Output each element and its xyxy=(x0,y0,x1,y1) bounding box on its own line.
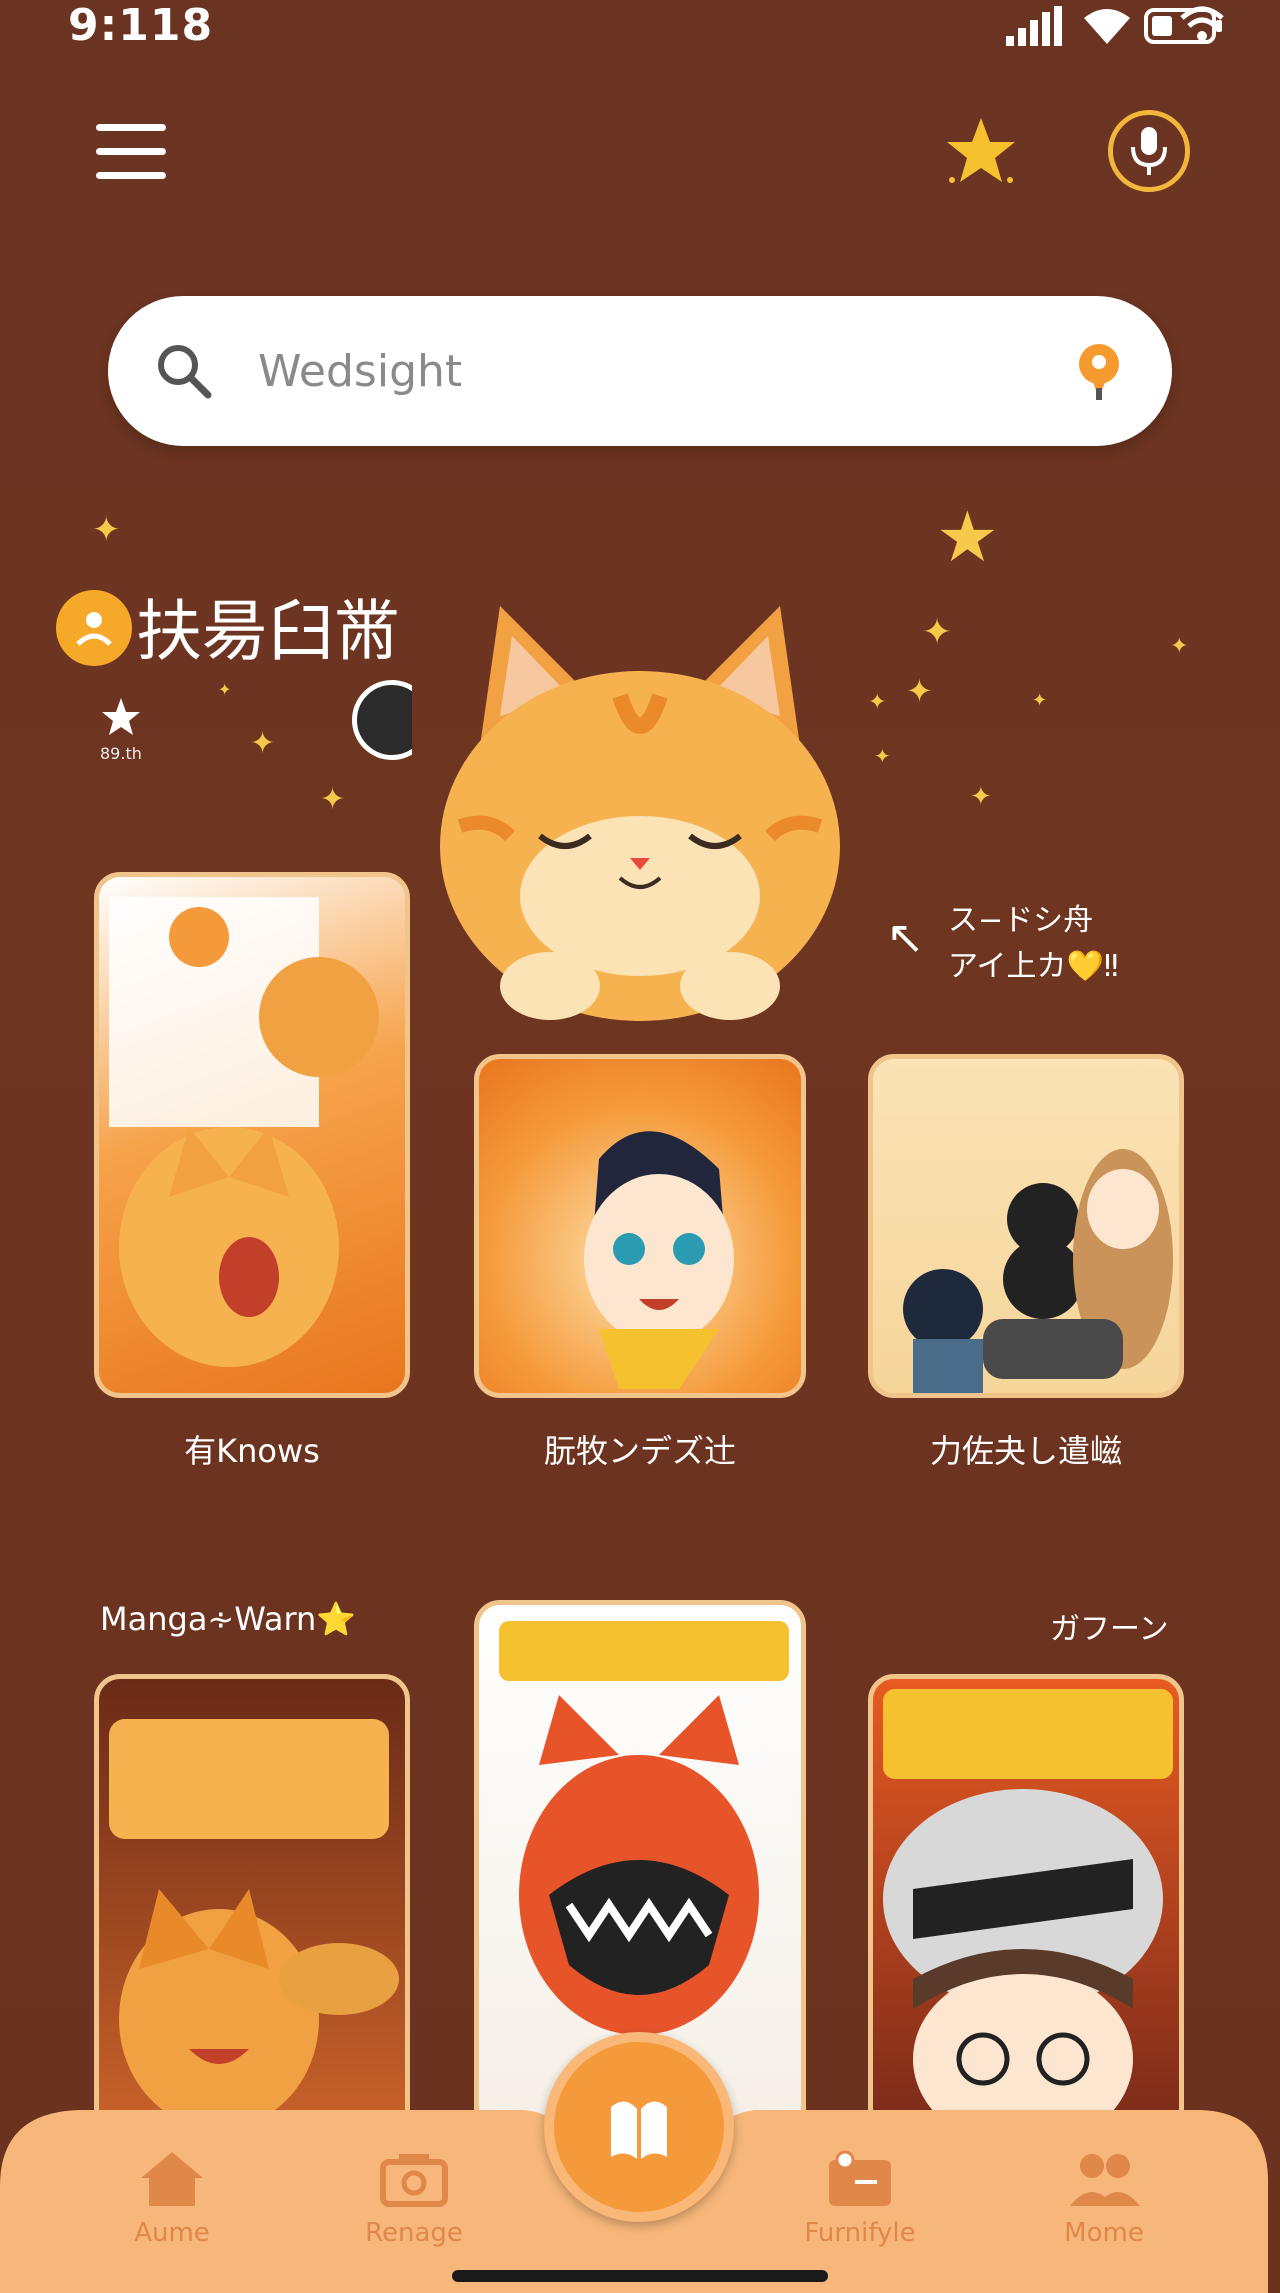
location-pin-icon[interactable] xyxy=(1064,336,1134,406)
card-label: 朊牧ンデズ辻 xyxy=(543,1432,736,1470)
sparkle-icon: ✦ xyxy=(906,672,933,710)
cat-mascot-illustration xyxy=(440,606,840,1021)
home-icon xyxy=(141,2152,203,2206)
nav-label: Aume xyxy=(134,2218,210,2248)
sparkle-icon: ✦ xyxy=(1032,690,1048,711)
star-decoration-icon: ★ xyxy=(936,496,999,578)
sparkle-icon: ✦ xyxy=(218,680,232,699)
nav-label: Furnifyle xyxy=(804,2218,916,2248)
manga-card[interactable] xyxy=(94,872,410,1398)
search-bar[interactable] xyxy=(108,296,1172,446)
nav-label: Renage xyxy=(365,2218,463,2248)
search-input[interactable] xyxy=(256,344,1064,398)
search-icon xyxy=(158,345,212,399)
nav-item-mome[interactable]: Mome xyxy=(1014,2148,1194,2248)
manga-card[interactable] xyxy=(94,1674,410,2134)
sparkle-icon: ✦ xyxy=(970,782,992,812)
sparkle-icon: ✦ xyxy=(922,612,953,653)
center-action-button[interactable] xyxy=(544,2032,734,2222)
nav-item-furnifyle[interactable]: Furnifyle xyxy=(770,2148,950,2248)
side-note: ス−ドシ舟 アイ上カ💛‼ xyxy=(948,898,1118,990)
manga-cover-illustration xyxy=(584,1131,734,1389)
section-label-manga: Manga∻Warn⭐ xyxy=(100,1600,357,1638)
nav-item-home[interactable]: Aume xyxy=(82,2148,262,2248)
sparkle-icon: ✦ xyxy=(320,782,346,817)
sparkle-icon: ✦ xyxy=(92,510,121,550)
menu-button[interactable] xyxy=(96,124,166,186)
microphone-icon xyxy=(1131,127,1167,175)
folder-icon xyxy=(829,2150,891,2206)
manga-cover-illustration xyxy=(883,1689,1173,2129)
nav-label: Mome xyxy=(1064,2218,1144,2248)
status-time: 9:118 xyxy=(68,0,214,51)
wifi-icon-right xyxy=(1082,6,1132,50)
card-label: 有Knows xyxy=(184,1432,320,1470)
section-badge-icon xyxy=(56,590,132,666)
sparkle-icon: ✦ xyxy=(874,744,891,768)
nav-item-renage[interactable]: Renage xyxy=(324,2148,504,2248)
camera-icon xyxy=(380,2154,448,2207)
side-note-line: ス−ドシ舟 xyxy=(948,903,1094,938)
section-title: 扶昜臼黹 xyxy=(136,593,400,670)
signal-icon xyxy=(1006,6,1064,50)
battery-icon xyxy=(1144,6,1224,50)
people-icon xyxy=(1070,2154,1140,2206)
avatar[interactable] xyxy=(352,680,412,766)
card-label: 力佐夬し遣嵫 xyxy=(929,1432,1122,1470)
sparkle-icon: ✦ xyxy=(1170,634,1189,659)
manga-card[interactable] xyxy=(474,1054,806,1398)
sparkle-icon: ✦ xyxy=(250,726,276,761)
sparkle-icon: ✦ xyxy=(868,690,887,715)
manga-card[interactable] xyxy=(868,1054,1184,1398)
manga-cover-illustration xyxy=(109,897,379,1367)
rating-count: 89.th xyxy=(100,744,142,763)
favorites-button[interactable] xyxy=(944,114,1018,188)
menu-line xyxy=(96,172,166,179)
voice-button[interactable] xyxy=(1108,110,1190,192)
section-label-right: ガフーン xyxy=(1050,1612,1169,1647)
menu-line xyxy=(96,124,166,131)
arrow-left-icon: ↖ xyxy=(886,910,925,964)
manga-cover-illustration xyxy=(109,1719,399,2129)
home-indicator[interactable] xyxy=(452,2270,828,2282)
manga-card[interactable] xyxy=(868,1674,1184,2134)
manga-cover-illustration xyxy=(903,1149,1173,1393)
side-note-line: アイ上カ💛‼ xyxy=(948,949,1119,984)
rating-star-icon xyxy=(100,696,142,742)
book-icon xyxy=(611,2101,667,2159)
star-icon xyxy=(947,118,1015,183)
menu-line xyxy=(96,148,166,155)
